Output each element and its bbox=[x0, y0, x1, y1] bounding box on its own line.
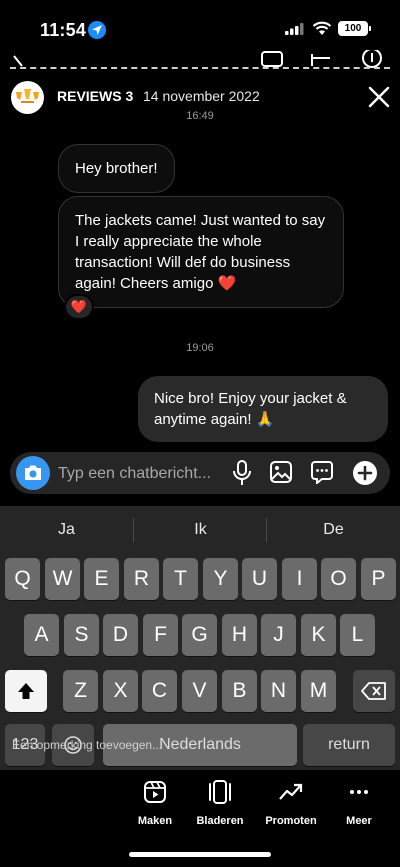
sticker-icon[interactable] bbox=[310, 460, 334, 484]
key[interactable]: C bbox=[142, 670, 177, 712]
suggestion-item[interactable]: Ik bbox=[134, 521, 267, 539]
key[interactable]: S bbox=[64, 614, 99, 656]
tool-label: Maken bbox=[137, 815, 173, 827]
key[interactable]: N bbox=[261, 670, 296, 712]
close-icon[interactable] bbox=[366, 84, 392, 110]
key[interactable]: A bbox=[24, 614, 59, 656]
key[interactable]: Y bbox=[203, 558, 238, 600]
add-comment-hint: Een opmerking toevoegen... bbox=[12, 738, 163, 752]
key[interactable]: P bbox=[361, 558, 396, 600]
location-arrow-icon bbox=[88, 21, 106, 39]
key[interactable]: G bbox=[182, 614, 217, 656]
backspace-icon bbox=[361, 682, 386, 700]
key[interactable]: V bbox=[182, 670, 217, 712]
suggestion-item[interactable]: De bbox=[267, 521, 400, 539]
key[interactable]: Z bbox=[63, 670, 98, 712]
tool-promoten[interactable]: Promoten bbox=[256, 780, 326, 827]
story-date: 14 november 2022 bbox=[143, 88, 260, 104]
key[interactable]: J bbox=[261, 614, 296, 656]
suggestion-item[interactable]: Ja bbox=[0, 521, 133, 539]
reels-icon bbox=[144, 781, 166, 803]
tool-label: Bladeren bbox=[196, 815, 244, 827]
key[interactable]: F bbox=[143, 614, 178, 656]
return-key[interactable]: return bbox=[303, 724, 395, 766]
outgoing-message: Nice bro! Enjoy your jacket & anytime ag… bbox=[138, 376, 388, 442]
camera-button[interactable] bbox=[16, 456, 50, 490]
key[interactable]: X bbox=[103, 670, 138, 712]
cellular-signal-icon bbox=[285, 23, 304, 35]
chat-timestamp: 16:49 bbox=[186, 110, 214, 122]
key[interactable]: O bbox=[321, 558, 356, 600]
tool-meer[interactable]: Meer bbox=[324, 780, 394, 827]
suggestion-bar: Ja Ik De bbox=[0, 506, 400, 552]
key[interactable]: D bbox=[103, 614, 138, 656]
message-input[interactable] bbox=[58, 463, 223, 485]
more-icon bbox=[350, 790, 368, 794]
key[interactable]: U bbox=[242, 558, 277, 600]
battery-icon: 100 bbox=[338, 21, 368, 36]
key[interactable]: W bbox=[45, 558, 80, 600]
tool-maken[interactable]: Maken bbox=[120, 780, 190, 827]
incoming-message: The jackets came! Just wanted to say I r… bbox=[58, 196, 344, 308]
carousel-icon bbox=[209, 780, 231, 804]
microphone-icon[interactable] bbox=[232, 460, 252, 486]
trend-icon bbox=[279, 783, 303, 800]
gallery-icon[interactable] bbox=[269, 460, 293, 484]
home-indicator bbox=[129, 852, 271, 857]
key[interactable]: K bbox=[301, 614, 336, 656]
wifi-icon bbox=[312, 21, 332, 35]
tool-bladeren[interactable]: Bladeren bbox=[185, 780, 255, 827]
battery-tip bbox=[369, 26, 371, 31]
key[interactable]: Q bbox=[5, 558, 40, 600]
key[interactable]: B bbox=[222, 670, 257, 712]
tool-label: Promoten bbox=[265, 815, 317, 827]
tool-label: Meer bbox=[346, 815, 372, 827]
camera-icon bbox=[25, 465, 41, 480]
key[interactable]: I bbox=[282, 558, 317, 600]
status-time: 11:54 bbox=[40, 20, 87, 40]
key[interactable]: H bbox=[222, 614, 257, 656]
key[interactable]: E bbox=[84, 558, 119, 600]
dashed-divider bbox=[10, 67, 390, 69]
heart-reaction[interactable]: ❤️ bbox=[64, 294, 94, 320]
reviews-logo-icon bbox=[16, 89, 39, 103]
key[interactable]: L bbox=[340, 614, 375, 656]
shift-icon bbox=[18, 683, 34, 699]
key[interactable]: T bbox=[163, 558, 198, 600]
shift-key[interactable] bbox=[5, 670, 47, 712]
key[interactable]: M bbox=[301, 670, 336, 712]
message-composer bbox=[10, 452, 390, 494]
chat-timestamp: 19:06 bbox=[186, 342, 214, 354]
story-toolbar-peek bbox=[0, 50, 400, 72]
incoming-message: Hey brother! bbox=[58, 144, 175, 193]
key[interactable]: R bbox=[124, 558, 159, 600]
account-name[interactable]: REVIEWS 3 bbox=[57, 88, 133, 104]
delete-key[interactable] bbox=[353, 670, 395, 712]
add-icon[interactable] bbox=[351, 459, 379, 487]
